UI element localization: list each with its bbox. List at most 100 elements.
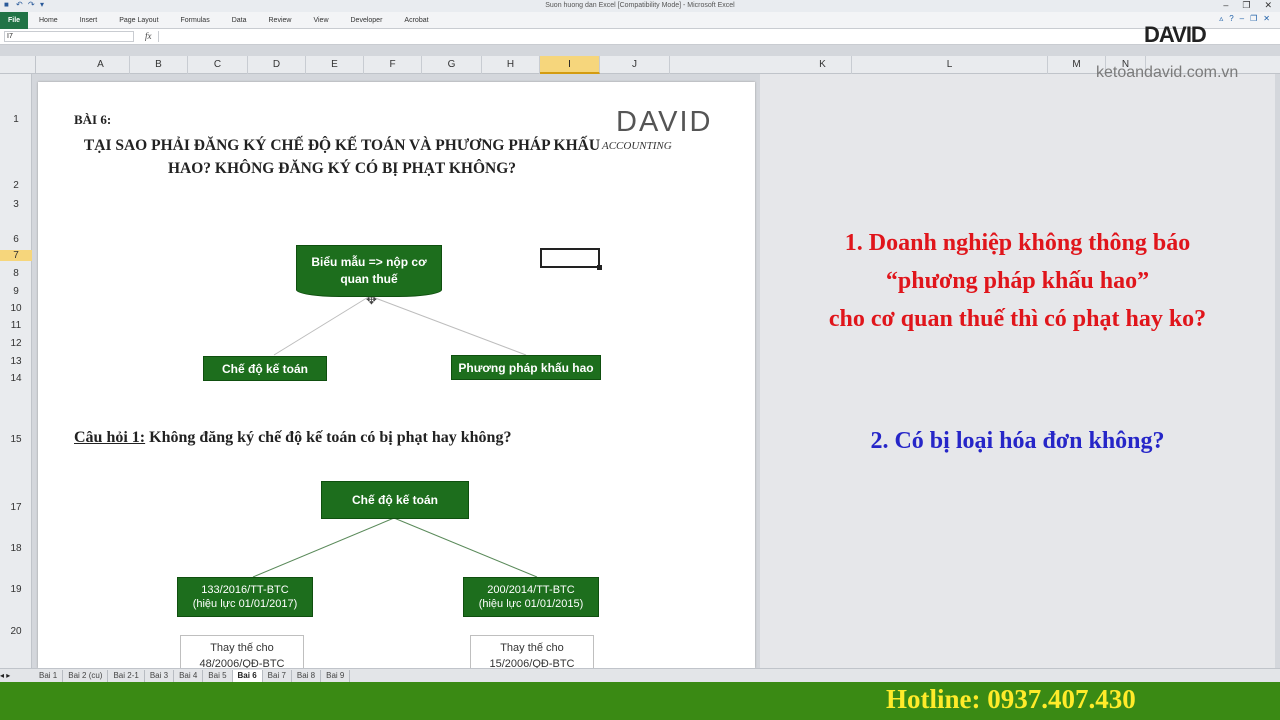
- box-replace-15[interactable]: Thay thế cho 15/2006/QĐ-BTC: [470, 635, 594, 671]
- box-submit-to-tax[interactable]: Biểu mẫu => nộp cơ quan thuế: [296, 245, 442, 297]
- formula-input[interactable]: [158, 31, 1276, 42]
- tab-data[interactable]: Data: [221, 17, 258, 24]
- column-header-l[interactable]: L: [852, 56, 1048, 74]
- overlay-question-1: 1. Doanh nghiệp không thông báo “phương …: [760, 224, 1275, 338]
- row-header-10[interactable]: 10: [0, 303, 32, 314]
- sheet-tab-bai-7[interactable]: Bai 7: [263, 669, 292, 682]
- tab-view[interactable]: View: [302, 17, 339, 24]
- david-accounting-logo: DAVID ACCOUNTING: [602, 106, 736, 166]
- connector-regime-circular2: [393, 517, 538, 578]
- row-header-17[interactable]: 17: [0, 502, 32, 513]
- column-header-c[interactable]: C: [188, 56, 248, 74]
- title-bar: ■ ↶ ↷ ▾ Suon huong dan Excel [Compatibil…: [0, 0, 1280, 12]
- close-icon[interactable]: ✕: [1264, 0, 1272, 11]
- workbook-close-icon[interactable]: ✕: [1263, 14, 1270, 23]
- box-circular-133[interactable]: 133/2016/TT-BTC (hiệu lực 01/01/2017): [177, 577, 313, 617]
- window-title: Suon huong dan Excel [Compatibility Mode…: [545, 2, 735, 9]
- row-header-20[interactable]: 20: [0, 626, 32, 637]
- tab-insert[interactable]: Insert: [69, 17, 109, 24]
- sheet-tab-bai-4[interactable]: Bai 4: [174, 669, 204, 682]
- sheet-tab-bai-5[interactable]: Bai 5: [203, 669, 233, 682]
- question-1-label: Câu hỏi 1:: [74, 429, 146, 446]
- connector-regime-circular1: [252, 517, 395, 578]
- sheet-tab-bai-6[interactable]: Bai 6: [232, 669, 263, 682]
- lesson-title: TẠI SAO PHẢI ĐĂNG KÝ CHẾ ĐỘ KẾ TOÁN VÀ P…: [83, 137, 601, 177]
- tab-acrobat[interactable]: Acrobat: [393, 17, 439, 24]
- box-accounting-regime[interactable]: Chế độ kế toán: [203, 356, 327, 381]
- tab-file[interactable]: File: [0, 11, 28, 29]
- workbook-minimize-icon[interactable]: –: [1240, 14, 1244, 23]
- row-header-15[interactable]: 15: [0, 434, 32, 445]
- row-header-2[interactable]: 2: [0, 180, 32, 191]
- row-header-11[interactable]: 11: [0, 320, 32, 331]
- logo-main-text: DAVID: [616, 106, 713, 138]
- row-header-1[interactable]: 1: [0, 114, 32, 125]
- column-header-e[interactable]: E: [306, 56, 364, 74]
- box-accounting-regime-2[interactable]: Chế độ kế toán: [321, 481, 469, 519]
- sheet-nav-arrows[interactable]: ◂ ▸: [0, 671, 34, 680]
- sheet-tab-bai-2-1[interactable]: Bai 2-1: [108, 669, 145, 682]
- select-all-corner[interactable]: [0, 56, 36, 74]
- sheet-tab-bai-8[interactable]: Bai 8: [292, 669, 322, 682]
- formula-bar: I7 fx: [0, 29, 1280, 45]
- help-icon[interactable]: ?: [1229, 14, 1233, 23]
- sheet-tab-bai-2-cu[interactable]: Bai 2 (cu): [63, 669, 109, 682]
- box-replace-48[interactable]: Thay thế cho 48/2006/QĐ-BTC: [180, 635, 304, 671]
- tab-review[interactable]: Review: [258, 17, 303, 24]
- tab-developer[interactable]: Developer: [340, 17, 394, 24]
- column-header-k[interactable]: K: [794, 56, 852, 74]
- hotline-text: Hotline: 0937.407.430: [886, 684, 1136, 714]
- minimize-icon[interactable]: –: [1223, 0, 1228, 11]
- row-header-12[interactable]: 12: [0, 338, 32, 349]
- column-headers: A B C D E F G H I J K L M N: [0, 56, 1280, 74]
- overlay-question-1-line2: “phương pháp khấu hao”: [885, 268, 1150, 294]
- worksheet-page[interactable]: BÀI 6: TẠI SAO PHẢI ĐĂNG KÝ CHẾ ĐỘ KẾ TO…: [38, 82, 755, 671]
- column-header-g[interactable]: G: [422, 56, 482, 74]
- row-headers: 1 2 3 6 7 8 9 10 11 12 13 14 15 17 18 19…: [0, 74, 32, 668]
- column-header-f[interactable]: F: [364, 56, 422, 74]
- column-header-b[interactable]: B: [130, 56, 188, 74]
- ribbon-tabs: File Home Insert Page Layout Formulas Da…: [0, 11, 1280, 29]
- sheet-tab-bai-1[interactable]: Bai 1: [34, 669, 64, 682]
- column-header-h[interactable]: H: [482, 56, 540, 74]
- row-header-13[interactable]: 13: [0, 356, 32, 367]
- question-1-text: Không đăng ký chế độ kế toán có bị phạt …: [145, 429, 512, 446]
- row-header-9[interactable]: 9: [0, 286, 32, 297]
- sheet-tab-bai-3[interactable]: Bai 3: [145, 669, 175, 682]
- box-circular-200[interactable]: 200/2014/TT-BTC (hiệu lực 01/01/2015): [463, 577, 599, 617]
- row-header-7[interactable]: 7: [0, 250, 32, 261]
- minimize-ribbon-icon[interactable]: ▵: [1219, 14, 1223, 23]
- row-header-19[interactable]: 19: [0, 584, 32, 595]
- sheet-tab-bai-9[interactable]: Bai 9: [321, 669, 351, 682]
- logo-sub-text: ACCOUNTING: [602, 140, 672, 152]
- box-depreciation-method[interactable]: Phương pháp khấu hao: [451, 355, 601, 380]
- overlay-question-2: 2. Có bị loại hóa đơn không?: [870, 428, 1165, 454]
- connector-submit-regime: [273, 295, 371, 356]
- column-header-a[interactable]: A: [72, 56, 130, 74]
- name-box[interactable]: I7: [4, 31, 134, 42]
- overlay-question-1-line1: 1. Doanh nghiệp không thông báo: [844, 230, 1191, 256]
- row-header-6[interactable]: 6: [0, 234, 32, 245]
- row-header-8[interactable]: 8: [0, 268, 32, 279]
- row-header-18[interactable]: 18: [0, 543, 32, 554]
- tab-home[interactable]: Home: [28, 17, 69, 24]
- insert-function-icon[interactable]: fx: [145, 31, 152, 41]
- tab-page-layout[interactable]: Page Layout: [108, 17, 169, 24]
- tab-formulas[interactable]: Formulas: [170, 17, 221, 24]
- row-header-14[interactable]: 14: [0, 373, 32, 384]
- overlay-question-1-line3: cho cơ quan thuế thì có phạt hay ko?: [828, 306, 1207, 332]
- ribbon-right-controls: ▵ ? – ❐ ✕: [1219, 14, 1270, 23]
- column-header-d[interactable]: D: [248, 56, 306, 74]
- row-header-3[interactable]: 3: [0, 199, 32, 210]
- brand-website: ketoandavid.com.vn: [1096, 64, 1239, 81]
- active-cell-selection[interactable]: [540, 248, 602, 270]
- worksheet-right-area[interactable]: 1. Doanh nghiệp không thông báo “phương …: [760, 74, 1275, 668]
- hotline-bar: Hotline: 0937.407.430: [0, 682, 1280, 720]
- question-1: Câu hỏi 1: Không đăng ký chế độ kế toán …: [74, 429, 511, 447]
- connector-submit-depreciation: [369, 295, 527, 356]
- column-header-j[interactable]: J: [600, 56, 670, 74]
- workbook-restore-icon[interactable]: ❐: [1250, 14, 1257, 23]
- brand-logo: DAVID: [1144, 22, 1207, 47]
- restore-icon[interactable]: ❐: [1242, 0, 1250, 11]
- column-header-i[interactable]: I: [540, 56, 600, 74]
